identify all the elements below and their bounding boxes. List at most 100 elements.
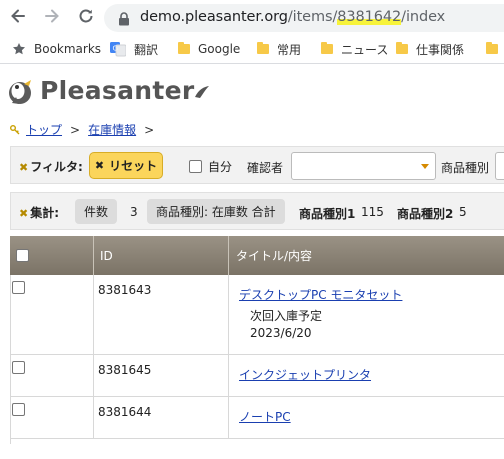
table-row[interactable]: 8381643 デスクトップPC モニタセット 次回入庫予定 2023/6/20 (10, 275, 504, 355)
close-icon: ✖ (94, 159, 105, 172)
breadcrumb-separator: > (70, 122, 81, 137)
row-title-link[interactable]: インクジェットプリンタ (239, 366, 371, 383)
select-all-checkbox[interactable] (16, 249, 29, 262)
bookmark-work[interactable]: 仕事関係 (396, 40, 464, 58)
count-value: 3 (130, 205, 138, 219)
row-title-link[interactable]: ノートPC (239, 408, 291, 425)
aggregate-bar: ✖ 集計: 件数 3 商品種別: 在庫数 合計 商品種別1 115 商品種別2 5 (10, 192, 504, 230)
bookmark-label: Bookmarks (34, 42, 102, 56)
url-item-id: 8381642 (337, 9, 402, 25)
filter-label: フィルタ: (30, 160, 83, 174)
row-desc-line: 次回入庫予定 (250, 309, 323, 323)
grid-header: ID タイトル/内容 (10, 236, 504, 275)
row-id: 8381644 (98, 405, 152, 419)
row-id: 8381643 (98, 283, 152, 297)
type2-value: 5 (459, 205, 467, 219)
bookmark-news[interactable]: ニュース (321, 40, 388, 58)
reset-button[interactable]: ✖ リセット (89, 152, 163, 179)
close-icon: ✖ (19, 161, 29, 174)
pleasanter-bird-icon (9, 80, 31, 104)
folder-icon (178, 42, 190, 54)
reload-icon (79, 9, 93, 23)
row-id: 8381645 (98, 363, 152, 377)
aggregate-label: 集計: (30, 206, 60, 220)
select-all-cell (16, 236, 29, 275)
self-filter[interactable]: 自分 (189, 158, 232, 175)
confirmer-label: 確認者 (247, 161, 284, 175)
row-desc-line: 2023/6/20 (250, 326, 312, 340)
row-title-link[interactable]: デスクトップPC モニタセット (239, 286, 402, 303)
column-divider (228, 397, 229, 439)
app-logo[interactable]: Pleasanter (6, 72, 210, 108)
breadcrumb-section-link[interactable]: 在庫情報 (88, 121, 136, 138)
folder-icon (321, 42, 333, 54)
folder-icon (396, 42, 408, 54)
address-bar-row: demo.pleasanter.org/items/8381642/index (0, 0, 504, 36)
bookmark-translate[interactable]: G 翻訳 (110, 40, 158, 58)
sum-chip[interactable]: 商品種別: 在庫数 合計 (147, 199, 285, 224)
product-type-select[interactable] (495, 152, 504, 180)
url-text: demo.pleasanter.org/items/8381642/index (140, 9, 445, 25)
count-chip[interactable]: 件数 (75, 199, 118, 224)
bookmark-bookmarks[interactable]: Bookmarks (12, 40, 101, 58)
forward-button[interactable] (40, 4, 64, 28)
logo-wing-icon (194, 86, 209, 98)
arrow-right-icon (45, 9, 59, 23)
url-field[interactable]: demo.pleasanter.org/items/8381642/index (104, 4, 504, 32)
svg-text:G: G (113, 45, 118, 53)
key-icon (10, 124, 20, 134)
close-icon: ✖ (19, 207, 29, 220)
breadcrumb-home-link[interactable]: トップ (26, 121, 62, 138)
back-button[interactable] (6, 4, 30, 28)
bookmark-label: Google (198, 42, 241, 56)
header-title[interactable]: タイトル/内容 (236, 236, 312, 275)
chrome-divider (0, 63, 504, 64)
bookmark-google[interactable]: Google (178, 40, 240, 58)
row-checkbox[interactable] (12, 281, 25, 294)
reset-label: リセット (109, 159, 158, 173)
bookmark-joyou[interactable]: 常用 (257, 40, 301, 58)
bookmarks-bar: Bookmarks G 翻訳 Google 常用 ニュース 仕事関係 (0, 36, 504, 62)
google-translate-icon: G (110, 42, 126, 57)
lock-icon (118, 11, 130, 30)
column-divider (93, 236, 94, 275)
type2-label: 商品種別2 (397, 207, 454, 221)
type1-label: 商品種別1 (299, 207, 356, 221)
row-checkbox[interactable] (12, 361, 25, 374)
self-label: 自分 (208, 160, 233, 174)
self-checkbox[interactable] (189, 160, 202, 173)
bookmark-label: 仕事関係 (416, 42, 465, 57)
confirmer-select[interactable] (291, 152, 436, 180)
url-path: /items/ (287, 9, 338, 25)
column-divider (93, 397, 94, 439)
column-divider (228, 275, 229, 355)
bookmark-label: 翻訳 (134, 42, 159, 57)
column-divider (228, 236, 229, 275)
folder-icon (257, 42, 269, 54)
breadcrumb: トップ > 在庫情報 > (10, 121, 162, 138)
header-id[interactable]: ID (100, 236, 113, 275)
star-icon (13, 43, 25, 55)
table-row[interactable]: 8381644 ノートPC (10, 397, 504, 439)
table-row[interactable]: 8381645 インクジェットプリンタ (10, 355, 504, 397)
type1-value: 115 (361, 205, 384, 219)
filter-toggle[interactable]: ✖ フィルタ: (19, 158, 83, 175)
column-divider (93, 275, 94, 355)
url-host: demo.pleasanter.org (140, 9, 288, 25)
aggregate-toggle[interactable]: ✖ 集計: (19, 204, 59, 221)
arrow-left-icon (11, 9, 25, 23)
product-type-label: 商品種別 (441, 161, 490, 175)
bookmark-overflow[interactable] (486, 40, 504, 58)
url-path-suffix: /index (401, 9, 446, 25)
logo-text: Pleasanter (40, 75, 195, 105)
column-divider (93, 355, 94, 397)
bookmark-label: ニュース (341, 42, 389, 57)
column-divider (228, 355, 229, 397)
bookmark-label: 常用 (277, 42, 302, 57)
chevron-down-icon (421, 164, 429, 169)
folder-icon (486, 42, 498, 54)
breadcrumb-separator: > (144, 122, 155, 137)
row-checkbox[interactable] (12, 403, 25, 416)
filter-bar: ✖ フィルタ: ✖ リセット 自分 確認者 商品種別 (10, 146, 504, 184)
reload-button[interactable] (74, 4, 98, 28)
